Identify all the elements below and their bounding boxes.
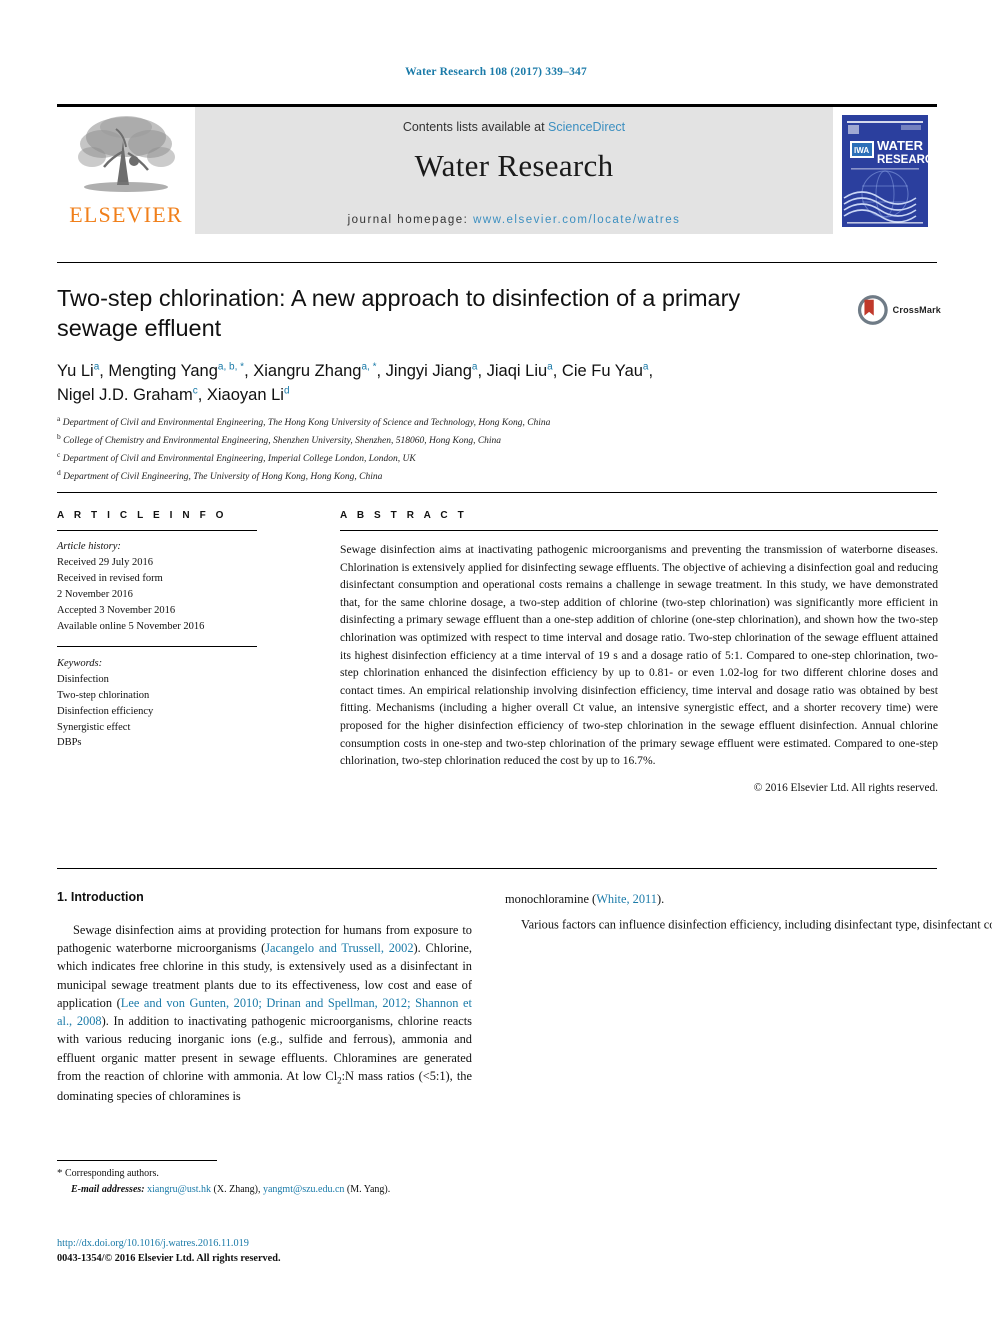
corresponding-author-note: * Corresponding authors. (57, 1165, 487, 1182)
asterisk-marker: * (57, 1167, 63, 1179)
issn-copyright-line: 0043-1354/© 2016 Elsevier Ltd. All right… (57, 1253, 281, 1265)
article-history-label: Article history: (57, 541, 121, 552)
homepage-url-link[interactable]: www.elsevier.com/locate/watres (473, 214, 680, 226)
paper-page: Water Research 108 (2017) 339–347 ELSEVI… (0, 0, 992, 1323)
right-text-c: Various factors can influence disinfecti… (521, 917, 992, 932)
keyword-item: DBPs (57, 737, 82, 749)
journal-title: Water Research (414, 148, 614, 183)
elsevier-logo: ELSEVIER (57, 107, 195, 234)
email-label: E-mail addresses: (71, 1184, 145, 1196)
article-info-heading: A R T I C L E I N F O (57, 510, 228, 521)
footnote-block: * Corresponding authors. E-mail addresse… (57, 1165, 487, 1198)
journal-masthead: ELSEVIER Contents lists available at Sci… (57, 104, 937, 234)
abstract-copyright: © 2016 Elsevier Ltd. All rights reserved… (753, 781, 938, 794)
article-info-divider (57, 530, 257, 531)
abstract-heading: A B S T R A C T (340, 510, 468, 521)
homepage-prefix: journal homepage: (347, 214, 474, 226)
keyword-item: Disinfection (57, 673, 109, 685)
body-column-right: monochloramine (White, 2011). Various fa… (505, 890, 992, 944)
keyword-item: Synergistic effect (57, 721, 131, 733)
svg-text:RESEARCH: RESEARCH (877, 154, 931, 166)
abstract-divider (340, 530, 938, 531)
intro-paragraph-left: Sewage disinfection aims at providing pr… (57, 921, 472, 1106)
keyword-item: Two-step chlorination (57, 689, 150, 701)
running-head: Water Research 108 (2017) 339–347 (405, 66, 587, 78)
section-heading-introduction: 1. Introduction (57, 890, 144, 904)
contents-prefix: Contents lists available at (402, 120, 549, 134)
keywords-label: Keywords: (57, 657, 103, 669)
history-item: Accepted 3 November 2016 (57, 604, 176, 616)
journal-homepage-line: journal homepage: www.elsevier.com/locat… (195, 214, 833, 226)
abstract-band-bottom-divider (57, 868, 937, 869)
affiliation-item: a Department of Civil and Environmental … (57, 414, 551, 429)
right-text-a: monochloramine ( (505, 892, 597, 906)
crossmark-icon (857, 295, 888, 325)
abstract-text: Sewage disinfection aims at inactivating… (340, 543, 938, 768)
article-info-column: A R T I C L E I N F O Article history: R… (57, 510, 257, 751)
affiliation-item: d Department of Civil Engineering, The U… (57, 468, 383, 483)
email-note: E-mail addresses: xiangru@ust.hk (X. Zha… (57, 1182, 487, 1198)
citation-link[interactable]: White, 2011 (596, 892, 657, 906)
affiliation-item: b College of Chemistry and Environmental… (57, 432, 502, 447)
sciencedirect-link[interactable]: ScienceDirect (548, 120, 625, 134)
history-item: Received in revised form (57, 572, 163, 584)
email-link-2[interactable]: yangmt@szu.edu.cn (263, 1184, 344, 1195)
email-owner-1: (X. Zhang), (213, 1184, 261, 1196)
affiliation-item: c Department of Civil and Environmental … (57, 450, 416, 465)
author-line-2: Nigel J.D. Grahamc, Xiaoyan Lid (57, 385, 290, 404)
title-divider (57, 262, 937, 263)
journal-cover-thumbnail: IWA WATER RESEARCH (833, 107, 937, 234)
corresponding-author-label: Corresponding authors. (65, 1168, 159, 1179)
elsevier-wordmark: ELSEVIER (69, 202, 183, 227)
contents-line: Contents lists available at ScienceDirec… (403, 120, 625, 134)
author-line-1: Yu Lia, Mengting Yanga, b, *, Xiangru Zh… (57, 361, 654, 381)
history-item: Available online 5 November 2016 (57, 620, 205, 632)
doi-block: http://dx.doi.org/10.1016/j.watres.2016.… (57, 1236, 487, 1267)
elsevier-tree-icon (78, 116, 175, 192)
email-link-1[interactable]: xiangru@ust.hk (147, 1184, 211, 1195)
svg-text:WATER: WATER (877, 138, 924, 153)
intro-continued: monochloramine (White, 2011). Various fa… (505, 890, 992, 944)
affiliation-list: a Department of Civil and Environmental … (57, 413, 887, 486)
keywords-block: Keywords: Disinfection Two-step chlorina… (57, 656, 257, 752)
history-item: 2 November 2016 (57, 588, 133, 600)
water-research-cover-image: IWA WATER RESEARCH (839, 111, 931, 230)
right-text-b: ). (656, 892, 665, 906)
abstract-column: A B S T R A C T Sewage disinfection aims… (340, 510, 938, 794)
crossmark-badge[interactable]: CrossMark (857, 287, 941, 333)
svg-text:IWA: IWA (854, 146, 869, 155)
crossmark-label: CrossMark (892, 305, 941, 315)
abstract-band-top-divider (57, 492, 937, 493)
email-owner-2: (M. Yang). (346, 1184, 391, 1196)
doi-link[interactable]: http://dx.doi.org/10.1016/j.watres.2016.… (57, 1236, 487, 1251)
article-history-block: Article history: Received 29 July 2016 R… (57, 539, 257, 635)
keyword-item: Disinfection efficiency (57, 705, 154, 717)
body-column-left: 1. Introduction Sewage disinfection aims… (57, 890, 472, 1106)
journal-band: Contents lists available at ScienceDirec… (195, 107, 833, 234)
footnote-divider (57, 1160, 217, 1161)
page-title: Two-step chlorination: A new approach to… (57, 285, 741, 342)
author-list: Yu Lia, Mengting Yanga, b, *, Xiangru Zh… (57, 360, 857, 408)
history-item: Received 29 July 2016 (57, 556, 153, 568)
keywords-divider (57, 645, 257, 647)
citation-link[interactable]: Jacangelo and Trussell, 2002 (265, 941, 413, 955)
